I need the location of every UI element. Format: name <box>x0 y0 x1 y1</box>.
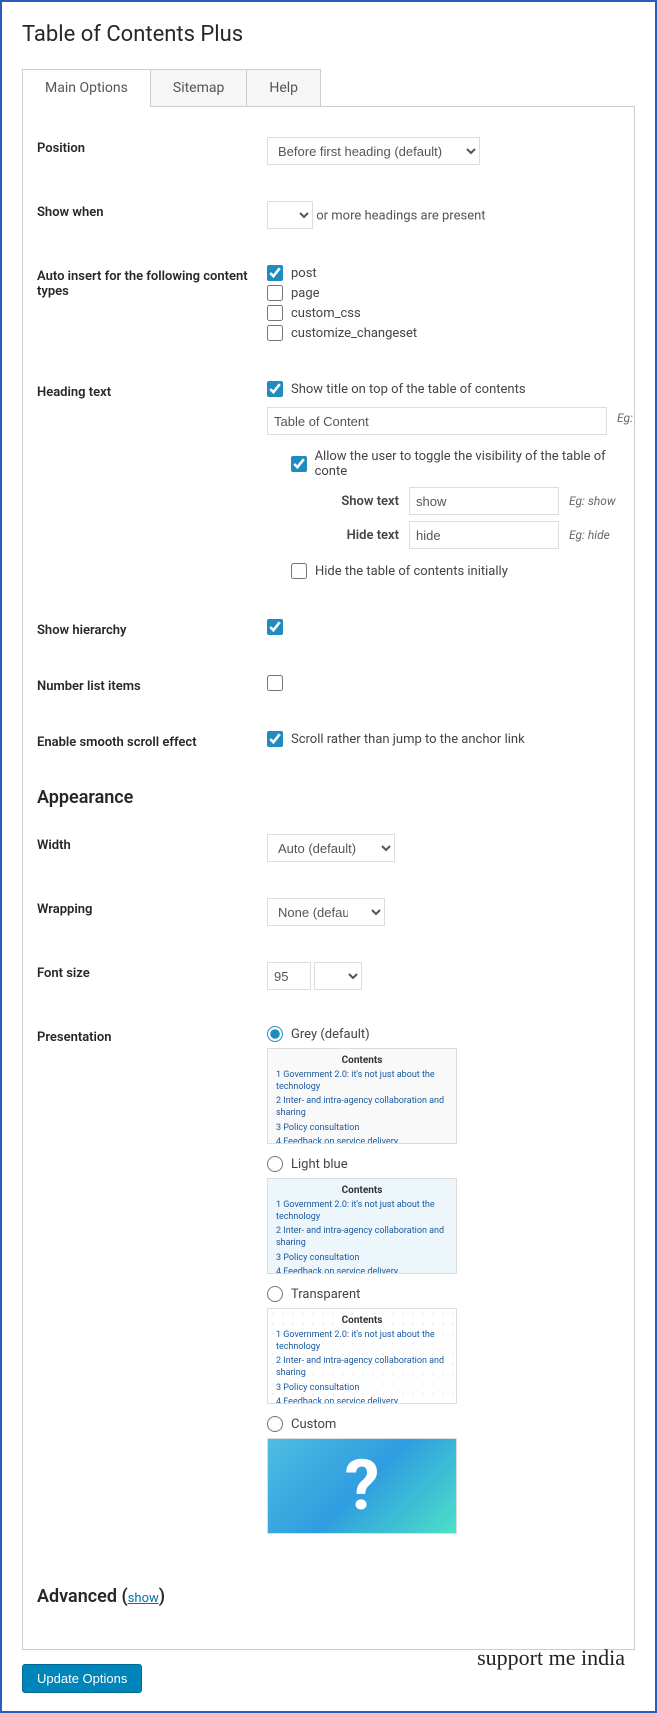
number-items-checkbox[interactable] <box>267 675 283 691</box>
show-text-eg: Eg: show <box>569 494 616 508</box>
tab-sitemap[interactable]: Sitemap <box>150 69 247 107</box>
hide-text-input[interactable] <box>409 521 559 549</box>
presentation-light_blue-radio[interactable] <box>267 1156 283 1172</box>
label-width: Width <box>37 834 267 853</box>
label-presentation: Presentation <box>37 1026 267 1045</box>
label-number-items: Number list items <box>37 675 267 694</box>
advanced-heading: Advanced (show) <box>23 1558 634 1649</box>
hide-text-label: Hide text <box>315 528 409 543</box>
label-heading-text: Heading text <box>37 381 267 400</box>
hide-initially-checkbox[interactable] <box>291 563 307 579</box>
tab-help[interactable]: Help <box>246 69 321 107</box>
smooth-scroll-checkbox[interactable] <box>267 731 283 747</box>
label-smooth-scroll: Enable smooth scroll effect <box>37 731 267 750</box>
content-type-label: custom_css <box>291 306 361 321</box>
content-type-customize_changeset-checkbox[interactable] <box>267 325 283 341</box>
allow-toggle-label: Allow the user to toggle the visibility … <box>315 449 633 479</box>
show-title-checkbox[interactable] <box>267 381 283 397</box>
tab-main-options[interactable]: Main Options <box>22 69 151 107</box>
presentation-custom-radio[interactable] <box>267 1416 283 1432</box>
appearance-heading: Appearance <box>23 787 634 808</box>
font-size-input[interactable] <box>267 962 311 990</box>
content-type-custom_css-checkbox[interactable] <box>267 305 283 321</box>
label-position: Position <box>37 137 267 156</box>
smooth-scroll-label: Scroll rather than jump to the anchor li… <box>291 732 525 747</box>
presentation-custom-label: Custom <box>291 1417 336 1432</box>
show-when-suffix: or more headings are present <box>316 209 485 224</box>
show-hierarchy-checkbox[interactable] <box>267 619 283 635</box>
page-title: Table of Contents Plus <box>2 14 655 69</box>
presentation-transparent-label: Transparent <box>291 1287 360 1302</box>
show-title-label: Show title on top of the table of conten… <box>291 382 526 397</box>
label-auto-insert: Auto insert for the following content ty… <box>37 265 267 299</box>
position-select[interactable]: Before first heading (default) <box>267 137 480 165</box>
hide-initially-label: Hide the table of contents initially <box>315 564 508 579</box>
update-options-button[interactable]: Update Options <box>22 1664 142 1693</box>
show-when-select[interactable]: 4 <box>267 201 313 229</box>
content-type-label: post <box>291 266 317 281</box>
hide-text-eg: Eg: hide <box>569 528 610 542</box>
presentation-light_blue-label: Light blue <box>291 1157 348 1172</box>
allow-toggle-checkbox[interactable] <box>291 456 307 472</box>
presentation-transparent-radio[interactable] <box>267 1286 283 1302</box>
content-type-label: page <box>291 286 320 301</box>
show-text-label: Show text <box>315 494 409 509</box>
content-type-post-checkbox[interactable] <box>267 265 283 281</box>
width-select[interactable]: Auto (default) <box>267 834 395 862</box>
label-wrapping: Wrapping <box>37 898 267 917</box>
title-input[interactable] <box>267 407 607 435</box>
wrapping-select[interactable]: None (default) <box>267 898 385 926</box>
presentation-grey-label: Grey (default) <box>291 1027 370 1042</box>
advanced-show-link[interactable]: show <box>128 1591 159 1606</box>
presentation-grey-radio[interactable] <box>267 1026 283 1042</box>
content-type-page-checkbox[interactable] <box>267 285 283 301</box>
content-type-label: customize_changeset <box>291 326 417 341</box>
label-show-when: Show when <box>37 201 267 220</box>
title-eg: Eg: <box>617 411 633 425</box>
show-text-input[interactable] <box>409 487 559 515</box>
label-show-hierarchy: Show hierarchy <box>37 619 267 638</box>
watermark: support me india <box>477 1645 625 1671</box>
tabs: Main Options Sitemap Help <box>22 69 635 107</box>
font-size-unit-select[interactable]: % <box>314 962 362 990</box>
label-font-size: Font size <box>37 962 267 981</box>
settings-panel: Position Before first heading (default) … <box>22 106 635 1650</box>
